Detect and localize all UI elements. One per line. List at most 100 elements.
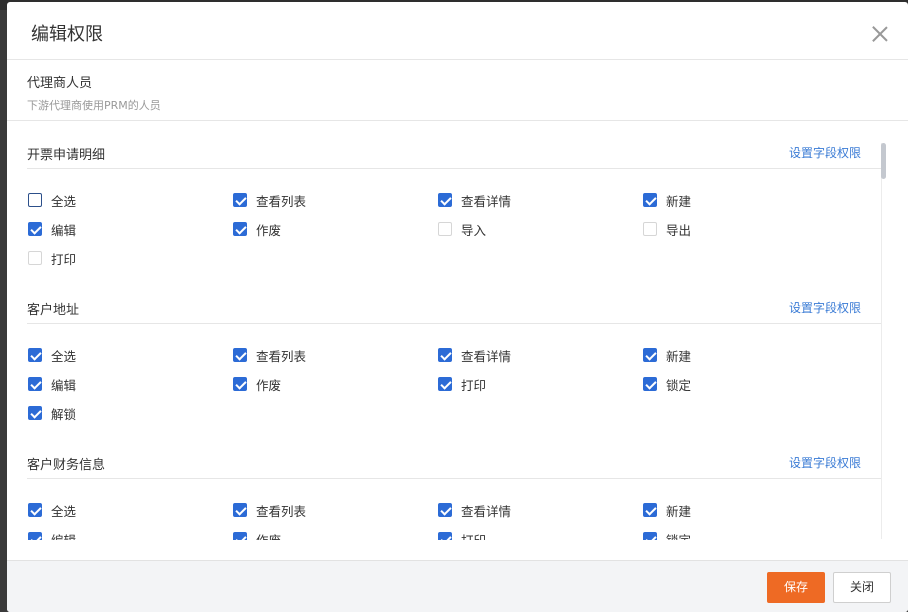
checkbox-unchecked[interactable]: [28, 193, 42, 207]
permission-label: 新建: [666, 193, 692, 209]
permission-checkbox-item[interactable]: 全选: [28, 501, 76, 519]
permission-label: 作废: [256, 532, 282, 541]
permission-checkbox-item[interactable]: 打印: [28, 249, 76, 267]
checkbox-checked[interactable]: [28, 348, 42, 362]
permission-label: 查看详情: [461, 503, 512, 519]
permission-label: 查看列表: [256, 503, 307, 519]
permission-checkbox-item[interactable]: 编辑: [28, 530, 76, 540]
permission-label: 导入: [461, 222, 487, 238]
permission-label: 全选: [51, 503, 77, 519]
permission-label: 新建: [666, 503, 692, 519]
checkbox-unchecked[interactable]: [643, 222, 657, 236]
permission-checkbox-item[interactable]: 全选: [28, 346, 76, 364]
permission-checkbox-item[interactable]: 导出: [643, 220, 691, 238]
checkbox-checked[interactable]: [28, 532, 42, 540]
checkbox-checked[interactable]: [438, 348, 452, 362]
permission-checkbox-item[interactable]: 新建: [643, 346, 691, 364]
save-button[interactable]: 保存: [767, 572, 825, 603]
checkbox-checked[interactable]: [643, 377, 657, 391]
permission-label: 查看详情: [461, 348, 512, 364]
checkbox-checked[interactable]: [233, 193, 247, 207]
checkbox-checked[interactable]: [438, 532, 452, 540]
permission-checkbox-item[interactable]: 编辑: [28, 375, 76, 393]
permission-label: 作废: [256, 377, 282, 393]
permission-checkbox-item[interactable]: 编辑: [28, 220, 76, 238]
permission-label: 新建: [666, 348, 692, 364]
permission-label: 编辑: [51, 222, 77, 238]
permission-label: 查看详情: [461, 193, 512, 209]
permission-label: 作废: [256, 222, 282, 238]
checkbox-checked[interactable]: [233, 222, 247, 236]
role-name: 代理商人员: [27, 76, 93, 91]
checkbox-checked[interactable]: [233, 503, 247, 517]
checkbox-checked[interactable]: [233, 348, 247, 362]
checkbox-checked[interactable]: [28, 406, 42, 420]
section-header: 开票申请明细 设置字段权限: [27, 122, 881, 169]
section-title: 开票申请明细: [27, 148, 106, 163]
checkbox-checked[interactable]: [643, 532, 657, 540]
role-info: 代理商人员 下游代理商使用PRM的人员: [7, 60, 908, 121]
permission-checkbox-item[interactable]: 查看列表: [233, 501, 306, 519]
checkbox-checked[interactable]: [438, 377, 452, 391]
checkbox-checked[interactable]: [438, 193, 452, 207]
permission-checkbox-item[interactable]: 查看详情: [438, 191, 511, 209]
permission-checkbox-item[interactable]: 全选: [28, 191, 76, 209]
section-header: 客户财务信息 设置字段权限: [27, 432, 881, 479]
scrollbar-thumb[interactable]: [881, 143, 886, 179]
section-title: 客户地址: [27, 303, 80, 318]
permission-label: 全选: [51, 348, 77, 364]
permission-section: 客户地址 设置字段权限全选 查看列表 查看详情 新建编辑 作废 打印 锁定解锁: [27, 277, 881, 427]
permission-checkbox-item[interactable]: 新建: [643, 501, 691, 519]
permission-label: 编辑: [51, 377, 77, 393]
permission-checkbox-item[interactable]: 查看列表: [233, 346, 306, 364]
permission-label: 查看列表: [256, 193, 307, 209]
permission-label: 打印: [461, 377, 487, 393]
permission-checkbox-item[interactable]: 锁定: [643, 375, 691, 393]
permission-checkbox-item[interactable]: 查看列表: [233, 191, 306, 209]
permission-checkbox-item[interactable]: 新建: [643, 191, 691, 209]
edit-permissions-dialog: 编辑权限 代理商人员 下游代理商使用PRM的人员 客户财务信息 设置字段权限 全选查…: [7, 2, 908, 612]
permission-checkbox-item[interactable]: 导入: [438, 220, 486, 238]
permission-checkbox-item[interactable]: 锁定: [643, 530, 691, 540]
section-title: 客户财务信息: [27, 458, 106, 473]
permission-label: 导出: [666, 222, 692, 238]
dialog-footer: 保存 关闭: [7, 560, 908, 612]
dialog-header: 编辑权限: [7, 2, 908, 60]
permission-checkbox-item[interactable]: 作废: [233, 530, 281, 540]
permission-label: 打印: [461, 532, 487, 541]
checkbox-checked[interactable]: [28, 377, 42, 391]
permission-section: 开票申请明细 设置字段权限全选 查看列表 查看详情 新建编辑 作废 导入 导出打印: [27, 122, 881, 272]
permission-list[interactable]: 客户财务信息 设置字段权限 全选 查看列表 查看详情 新建 编辑 作废 打印 锁定 客户地址 设置字段…: [7, 122, 908, 540]
checkbox-checked[interactable]: [643, 348, 657, 362]
field-permission-link[interactable]: 设置字段权限: [789, 454, 861, 471]
permission-label: 锁定: [666, 377, 692, 393]
permission-section: 客户财务信息 设置字段权限全选 查看列表 查看详情 新建编辑 作废 打印 锁定: [27, 432, 881, 540]
role-description: 下游代理商使用PRM的人员: [27, 99, 161, 112]
permission-checkbox-item[interactable]: 作废: [233, 220, 281, 238]
checkbox-checked[interactable]: [28, 222, 42, 236]
permission-checkbox-item[interactable]: 查看详情: [438, 501, 511, 519]
permission-checkbox-item[interactable]: 作废: [233, 375, 281, 393]
checkbox-unchecked[interactable]: [438, 222, 452, 236]
close-button[interactable]: 关闭: [833, 572, 891, 603]
permission-checkbox-item[interactable]: 打印: [438, 375, 486, 393]
checkbox-checked[interactable]: [28, 503, 42, 517]
checkbox-checked[interactable]: [233, 377, 247, 391]
checkbox-checked[interactable]: [233, 532, 247, 540]
field-permission-link[interactable]: 设置字段权限: [789, 299, 861, 316]
checkbox-unchecked[interactable]: [28, 251, 42, 265]
checkbox-checked[interactable]: [643, 503, 657, 517]
permission-label: 全选: [51, 193, 77, 209]
permission-checkbox-item[interactable]: 打印: [438, 530, 486, 540]
field-permission-link[interactable]: 设置字段权限: [789, 144, 861, 161]
permission-checkbox-item[interactable]: 查看详情: [438, 346, 511, 364]
scrollbar-track[interactable]: [881, 143, 887, 539]
section-header: 客户地址 设置字段权限: [27, 277, 881, 324]
close-icon[interactable]: [871, 25, 889, 43]
permission-checkbox-item[interactable]: 解锁: [28, 404, 76, 422]
checkbox-checked[interactable]: [643, 193, 657, 207]
dialog-title: 编辑权限: [31, 24, 103, 45]
permission-label: 解锁: [51, 406, 77, 422]
permission-label: 编辑: [51, 532, 77, 541]
checkbox-checked[interactable]: [438, 503, 452, 517]
